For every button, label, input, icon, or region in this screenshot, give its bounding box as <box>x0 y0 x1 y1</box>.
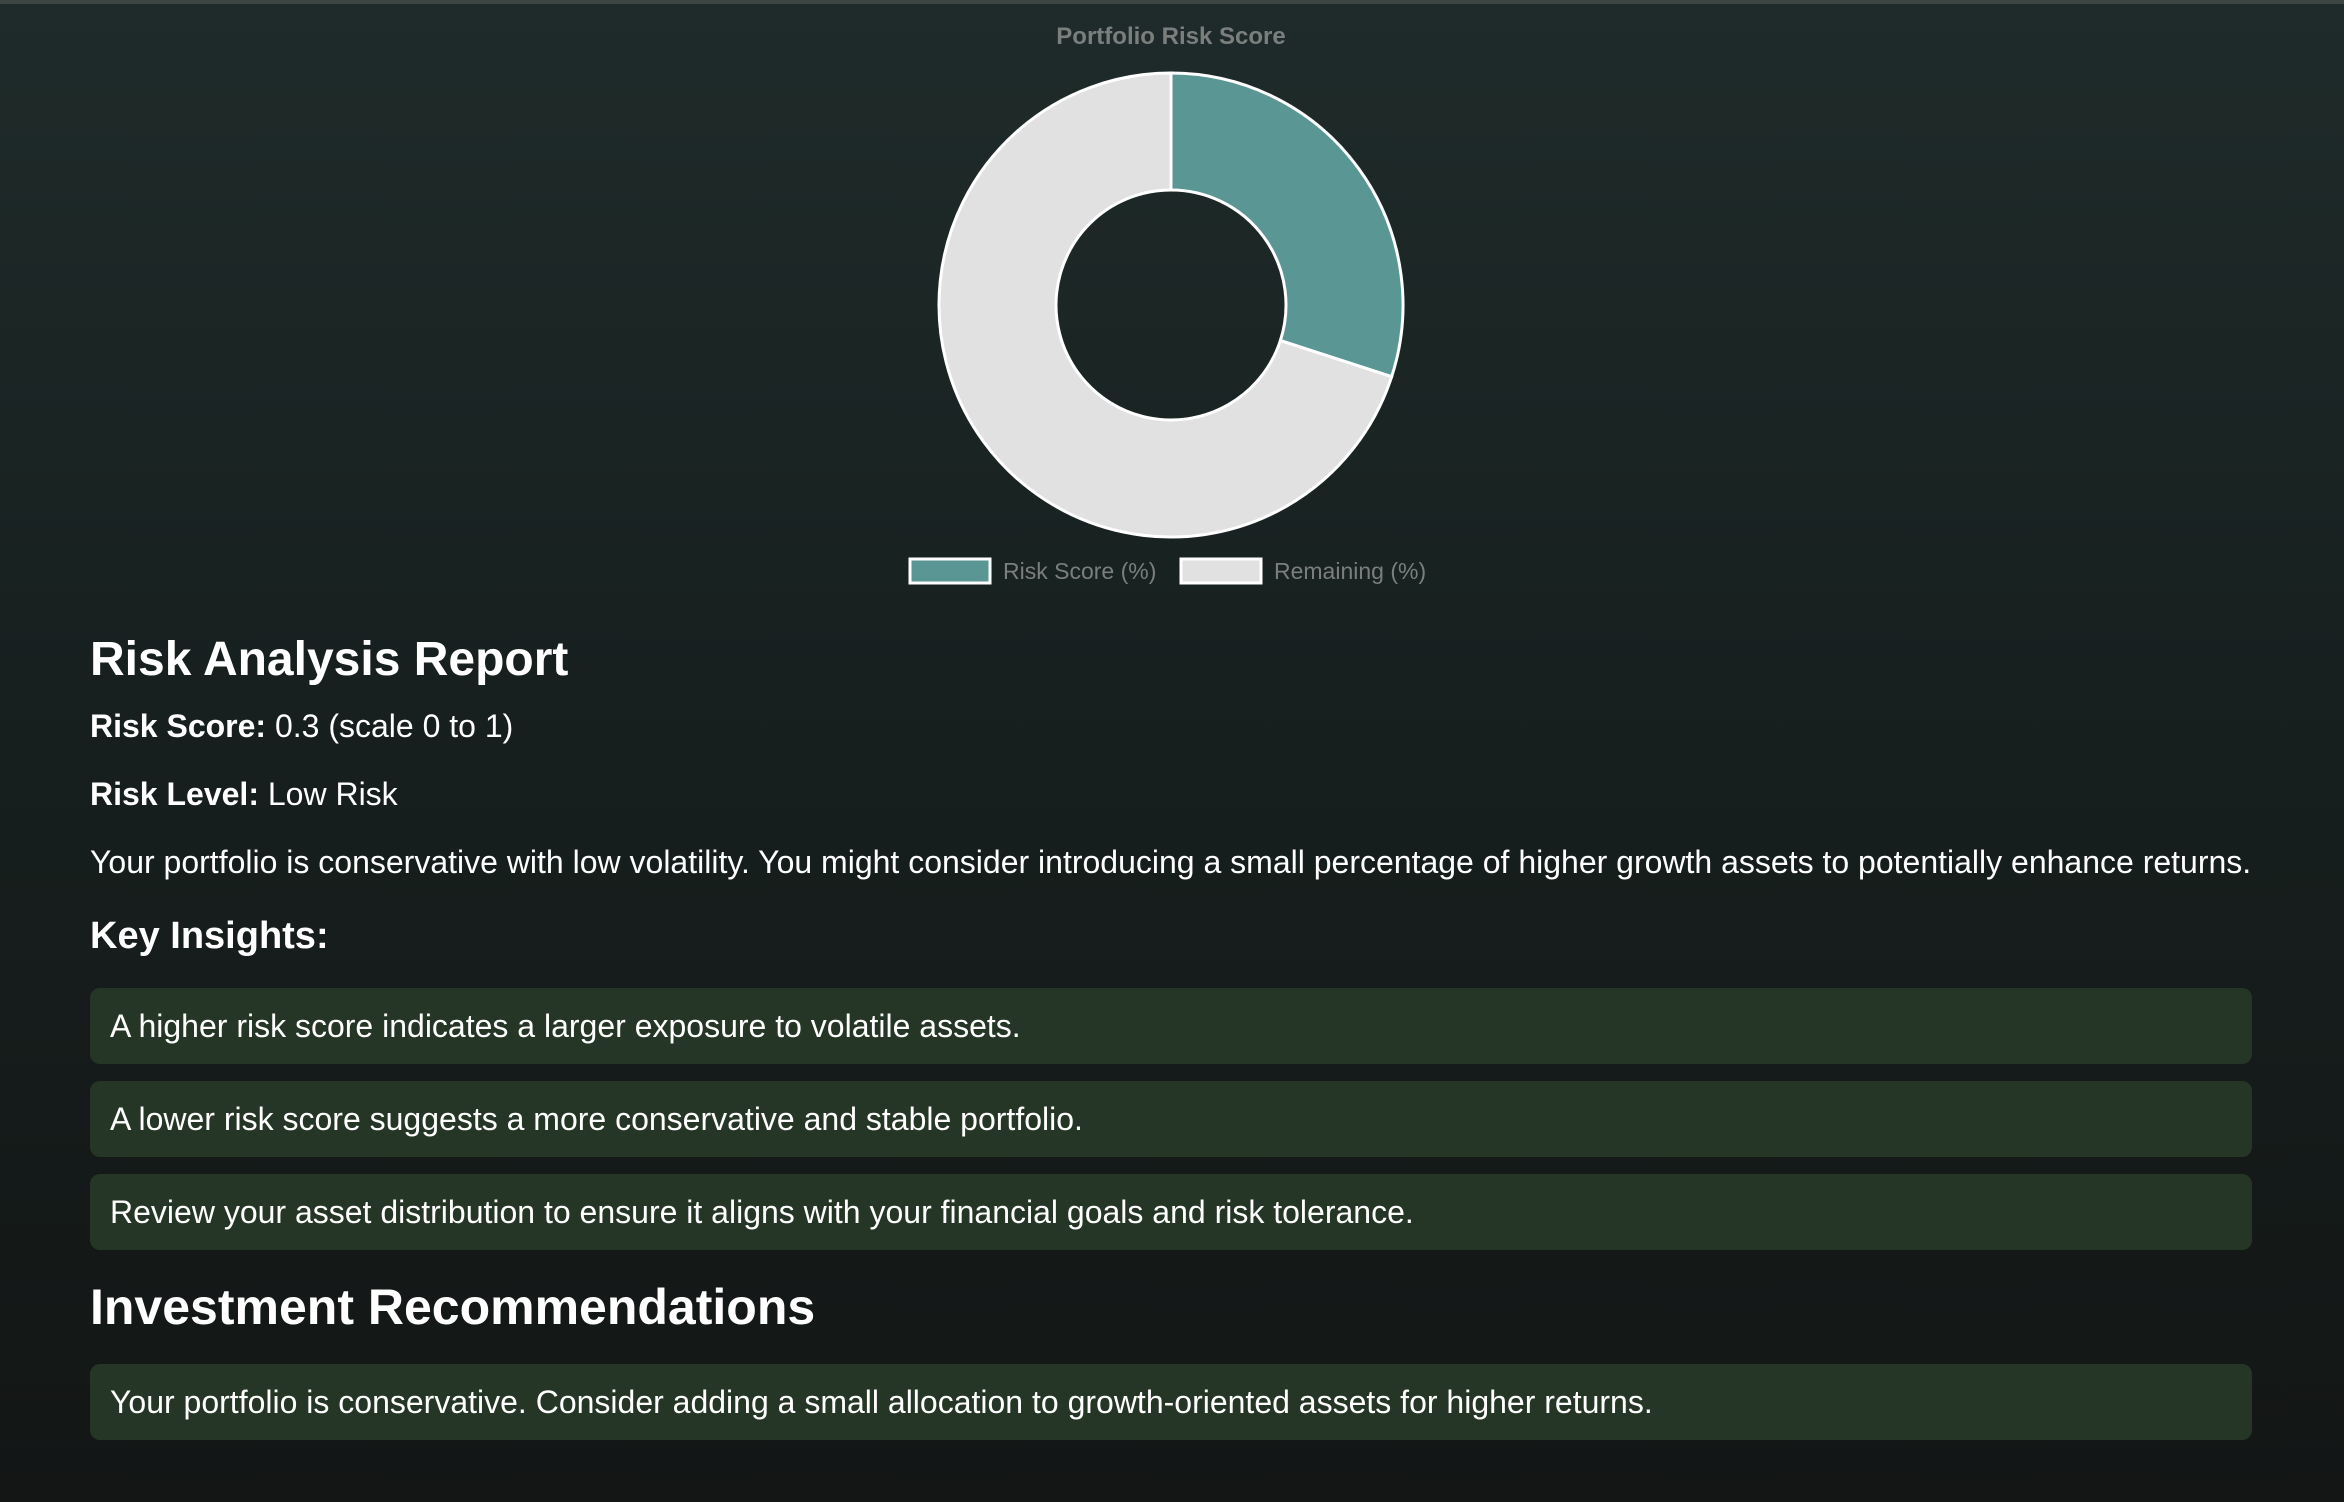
key-insights-title: Key Insights: <box>90 915 329 957</box>
risk-level-value: Low Risk <box>258 776 398 812</box>
risk-summary: Your portfolio is conservative with low … <box>90 844 2252 880</box>
legend-label[interactable]: Risk Score (%) <box>1003 558 1156 584</box>
legend-swatch[interactable] <box>908 557 992 585</box>
recommendation-item: Your portfolio is conservative. Consider… <box>90 1364 2252 1440</box>
insight-item: A higher risk score indicates a larger e… <box>90 988 2252 1064</box>
report-content: Risk Analysis Report Risk Score: 0.3 (sc… <box>90 630 2252 1457</box>
legend-swatch[interactable] <box>1179 557 1263 585</box>
insight-item: A lower risk score suggests a more conse… <box>90 1081 2252 1157</box>
risk-score-value: 0.3 (scale 0 to 1) <box>266 708 514 744</box>
insights-list: A higher risk score indicates a larger e… <box>90 988 2252 1250</box>
legend-label[interactable]: Remaining (%) <box>1274 558 1426 584</box>
insight-item: Review your asset distribution to ensure… <box>90 1174 2252 1250</box>
risk-score-row: Risk Score: 0.3 (scale 0 to 1) <box>90 706 2252 746</box>
risk-score-chart: Portfolio Risk Score Risk Score (%) Remai… <box>0 0 2344 600</box>
chart-legend: Risk Score (%) Remaining (%) <box>908 557 1426 585</box>
risk-score-label: Risk Score: <box>90 708 267 744</box>
donut-slice-risk-score <box>1169 71 1405 379</box>
donut-chart-svg: Portfolio Risk Score Risk Score (%) Remai… <box>908 23 1426 585</box>
risk-level-label: Risk Level: <box>90 776 259 812</box>
report-title: Risk Analysis Report <box>90 633 569 686</box>
recommendations-list: Your portfolio is conservative. Consider… <box>90 1364 2252 1440</box>
chart-title: Portfolio Risk Score <box>1056 23 1285 50</box>
recommendations-title: Investment Recommendations <box>90 1279 816 1335</box>
risk-level-row: Risk Level: Low Risk <box>90 774 2252 814</box>
donut-slices <box>937 71 1405 539</box>
